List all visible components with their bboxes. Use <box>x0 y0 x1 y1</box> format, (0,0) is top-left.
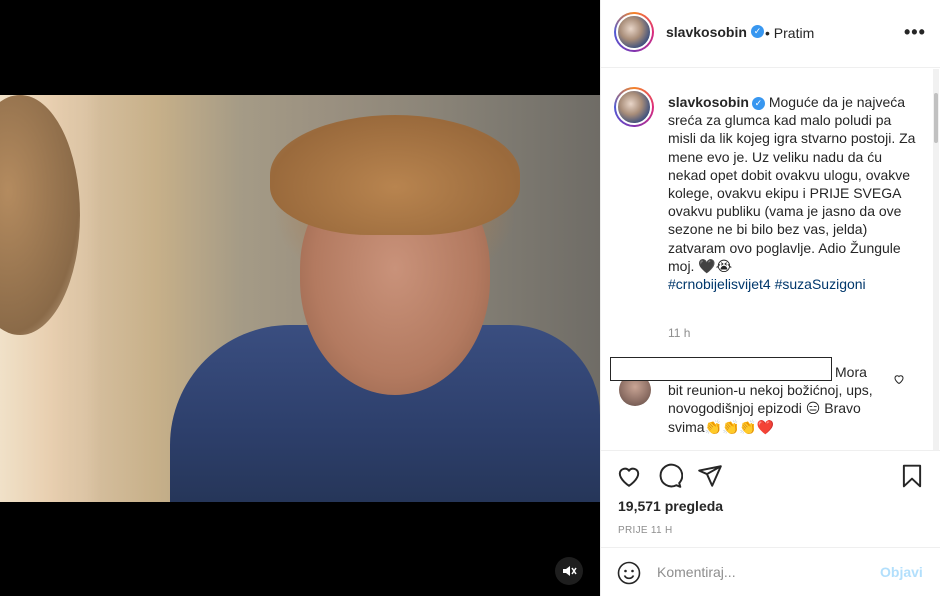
post-side-panel: slavkosobin ✓ • Pratim ••• slavkosobin ✓ … <box>600 0 940 596</box>
following-button[interactable]: • Pratim <box>765 25 814 41</box>
add-comment-bar: Objavi <box>601 547 940 596</box>
video-figure-hair <box>270 115 520 235</box>
emoji-icon[interactable] <box>617 561 641 585</box>
comments-scrollbar[interactable] <box>933 69 939 450</box>
video-player[interactable] <box>0 0 600 596</box>
video-frame[interactable] <box>0 95 600 502</box>
post-header: slavkosobin ✓ • Pratim ••• <box>601 0 940 68</box>
sound-off-icon <box>563 566 577 576</box>
paper-plane-icon[interactable] <box>697 463 723 489</box>
comment-icon[interactable] <box>657 463 683 489</box>
caption-username[interactable]: slavkosobin <box>668 94 749 110</box>
comments-list[interactable]: slavkosobin ✓ Moguće da je najveća sreća … <box>601 69 940 450</box>
view-count[interactable]: 19,571 pregleda <box>618 498 723 514</box>
caption-author-avatar[interactable] <box>614 87 654 127</box>
verified-badge-icon: ✓ <box>751 25 764 38</box>
comment-text: Mora bit reunion-u nekoj božićnoj, ups, … <box>668 364 873 435</box>
verified-badge-icon: ✓ <box>751 97 765 110</box>
caption-timestamp[interactable]: 11 h <box>668 326 690 340</box>
heart-icon[interactable] <box>616 463 642 489</box>
bookmark-icon[interactable] <box>899 463 925 489</box>
more-options-icon[interactable]: ••• <box>904 22 926 43</box>
author-avatar[interactable] <box>614 12 654 52</box>
mute-button[interactable] <box>555 557 583 585</box>
post-comment-button[interactable]: Objavi <box>880 564 923 580</box>
hashtag-link[interactable]: #suzaSuzigoni <box>775 276 866 292</box>
author-username[interactable]: slavkosobin <box>666 24 747 40</box>
post-caption: slavkosobin ✓ Moguće da je najveća sreća … <box>668 93 923 293</box>
comment-input[interactable] <box>657 561 857 583</box>
post-date[interactable]: PRIJE 11 H <box>618 525 673 536</box>
caption-text: Moguće da je najveća sreća za glumca kad… <box>668 94 920 274</box>
post-actions: 19,571 pregleda PRIJE 11 H <box>601 450 940 546</box>
hashtag-link[interactable]: #crnobijelisvijet4 <box>668 276 771 292</box>
comment-like-heart-icon[interactable] <box>893 373 905 385</box>
